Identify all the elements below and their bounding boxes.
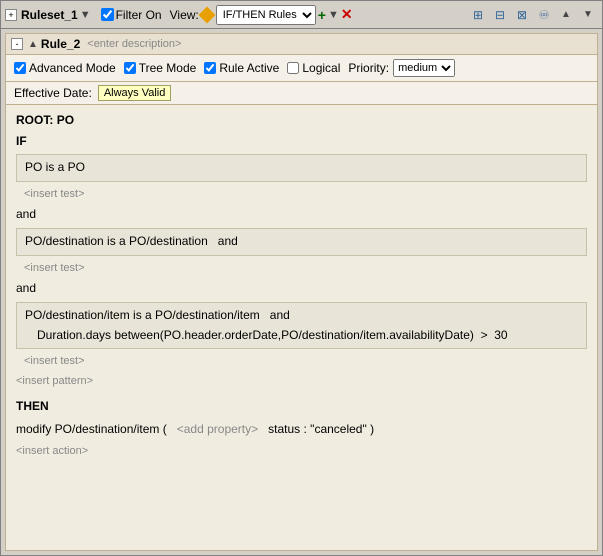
condition-text-3a: PO/destination/item is a PO/destination/…	[25, 306, 578, 325]
priority-dropdown[interactable]: low medium high	[393, 59, 455, 77]
toolbar-right: ⊞ ⊟ ⊠ ♾ ▲ ▼	[468, 5, 598, 25]
condition-block-2: PO/destination is a PO/destination and	[16, 228, 587, 255]
tree-mode-option[interactable]: Tree Mode	[124, 61, 197, 75]
move-up-icon[interactable]: ▲	[556, 5, 576, 25]
toolbar: + Ruleset_1 ▼ Filter On View: IF/THEN Ru…	[1, 1, 602, 29]
condition-text-1: PO is a PO	[25, 160, 85, 174]
then-line: THEN	[16, 397, 587, 416]
advanced-mode-label: Advanced Mode	[29, 61, 116, 75]
logical-checkbox[interactable]	[287, 62, 299, 74]
toolbar-left: + Ruleset_1 ▼ Filter On View: IF/THEN Ru…	[5, 5, 353, 25]
advanced-mode-checkbox[interactable]	[14, 62, 26, 74]
rule-header: - ▲ Rule_2 <enter description>	[6, 34, 597, 55]
rule-active-label: Rule Active	[219, 61, 279, 75]
rule-description: <enter description>	[87, 38, 181, 50]
add-dropdown-icon[interactable]: ▼	[328, 9, 339, 21]
view-dropdown[interactable]: IF/THEN Rules Decision Table Scorecard	[216, 5, 316, 25]
ruleset-label: Ruleset_1	[21, 8, 78, 22]
action-text: modify PO/destination/item (	[16, 422, 173, 436]
add-rule-btn[interactable]: +	[318, 7, 326, 23]
move-down-icon[interactable]: ▼	[578, 5, 598, 25]
priority-label: Priority:	[348, 61, 389, 75]
action-status: status : "canceled" )	[262, 422, 375, 436]
link-icon[interactable]: ♾	[534, 5, 554, 25]
insert-test-3[interactable]: <insert test>	[16, 352, 587, 372]
and-line-1: and	[16, 204, 587, 225]
delete-btn[interactable]: ✕	[341, 6, 353, 23]
condition-text-2: PO/destination is a PO/destination and	[25, 234, 238, 248]
logical-option[interactable]: Logical	[287, 61, 340, 75]
effective-date-label: Effective Date:	[14, 86, 92, 100]
and-line-2: and	[16, 278, 587, 299]
insert-pattern[interactable]: <insert pattern>	[16, 371, 587, 393]
tree-mode-label: Tree Mode	[139, 61, 197, 75]
filter-on-checkbox[interactable]	[101, 8, 114, 21]
ruleset-name: Ruleset_1	[21, 8, 78, 22]
view-label: View:	[170, 8, 199, 22]
condition-block-1: PO is a PO	[16, 154, 587, 181]
rule-title: Rule_2	[41, 37, 80, 51]
logical-label: Logical	[302, 61, 340, 75]
view-selector: IF/THEN Rules Decision Table Scorecard	[201, 5, 316, 25]
tree-mode-checkbox[interactable]	[124, 62, 136, 74]
main-window: + Ruleset_1 ▼ Filter On View: IF/THEN Ru…	[0, 0, 603, 556]
root-line: ROOT: PO	[16, 111, 587, 130]
advanced-mode-option[interactable]: Advanced Mode	[14, 61, 116, 75]
priority-section: Priority: low medium high	[348, 59, 455, 77]
rule-container: - ▲ Rule_2 <enter description> Advanced …	[5, 33, 598, 551]
diamond-icon	[198, 6, 215, 23]
effective-date-row: Effective Date: Always Valid	[6, 82, 597, 105]
rule-active-option[interactable]: Rule Active	[204, 61, 279, 75]
if-line: IF	[16, 132, 587, 151]
insert-test-1[interactable]: <insert test>	[16, 185, 587, 205]
if-label: IF	[16, 134, 27, 148]
add-property-placeholder[interactable]: <add property>	[177, 422, 258, 436]
condition-block-3: PO/destination/item is a PO/destination/…	[16, 302, 587, 348]
rule-body: ROOT: PO IF PO is a PO <insert test> and…	[6, 105, 597, 550]
expand-collapse-icon[interactable]: +	[5, 9, 17, 21]
copy-icon[interactable]: ⊞	[468, 5, 488, 25]
then-label: THEN	[16, 399, 49, 413]
rule-options: Advanced Mode Tree Mode Rule Active Logi…	[6, 55, 597, 82]
paste2-icon[interactable]: ⊠	[512, 5, 532, 25]
rule-collapse-icon[interactable]: ▲	[28, 39, 38, 50]
insert-test-2[interactable]: <insert test>	[16, 259, 587, 279]
root-value: PO	[57, 113, 74, 127]
filter-on-label: Filter On	[116, 8, 162, 22]
action-block: modify PO/destination/item ( <add proper…	[16, 418, 587, 441]
paste-icon[interactable]: ⊟	[490, 5, 510, 25]
rule-active-checkbox[interactable]	[204, 62, 216, 74]
condition-text-3b: Duration.days between(PO.header.orderDat…	[25, 326, 578, 345]
insert-action[interactable]: <insert action>	[16, 441, 587, 463]
ruleset-dropdown-icon[interactable]: ▼	[80, 9, 91, 21]
always-valid-btn[interactable]: Always Valid	[98, 85, 172, 101]
root-label: ROOT:	[16, 113, 53, 127]
rule-expand-icon[interactable]: -	[11, 38, 23, 50]
